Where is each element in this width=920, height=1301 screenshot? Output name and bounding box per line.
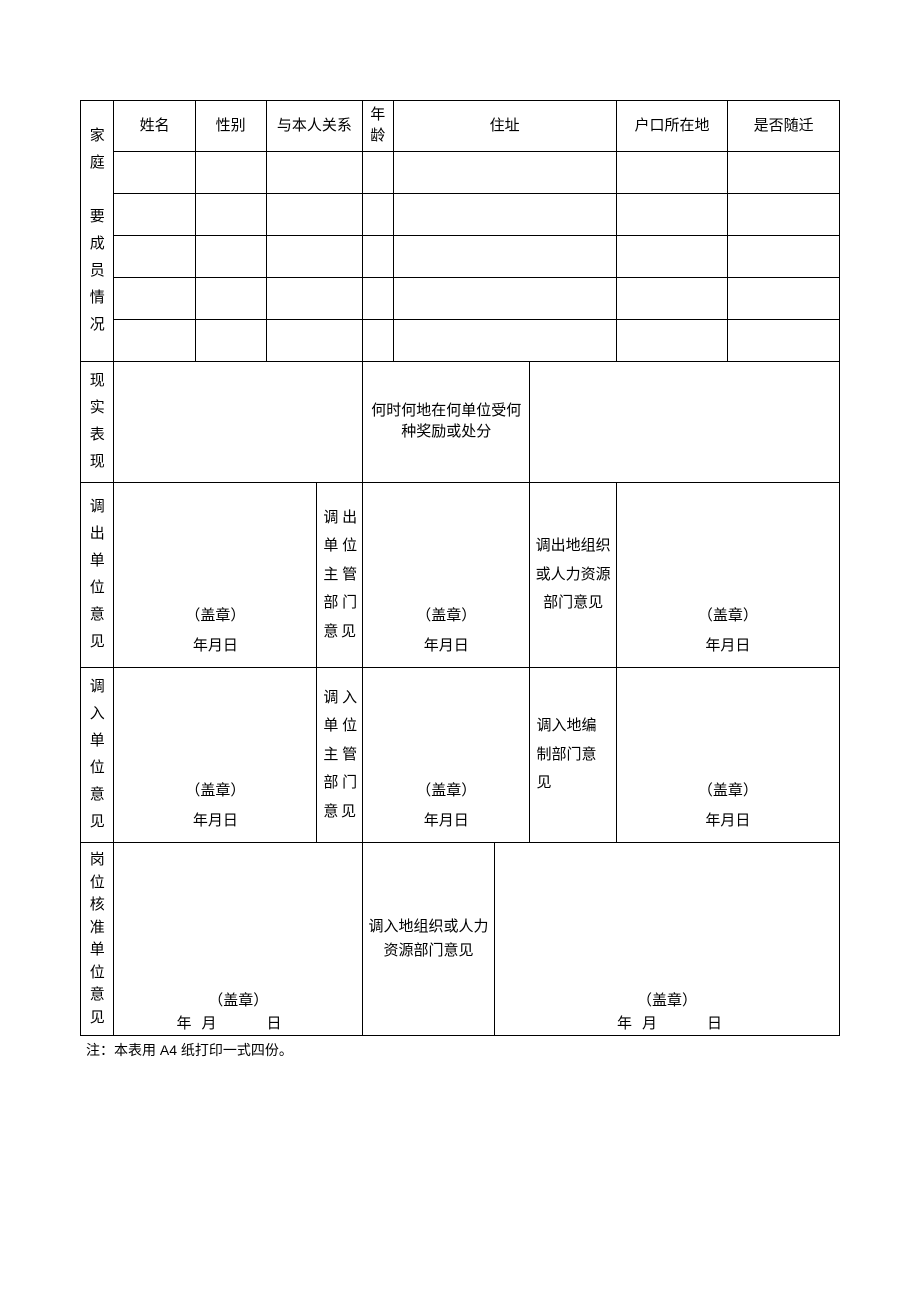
section-performance: 现实表现 xyxy=(81,362,114,483)
section-out-hr: 调出地组织或人力资源部门意见 xyxy=(530,483,616,668)
section-out-unit: 调出单位意见 xyxy=(81,483,114,668)
section-in-hr: 调入地组织或人力资源部门意见 xyxy=(363,843,495,1036)
section-in-staff: 调入地编制部门意见 xyxy=(530,668,616,843)
hdr-age: 年龄 xyxy=(363,101,393,152)
performance-cell[interactable] xyxy=(114,362,363,483)
reward-label: 何时何地在何单位受何种奖励或处分 xyxy=(363,362,530,483)
table-row xyxy=(81,194,840,236)
table-row xyxy=(81,320,840,362)
hdr-migrate: 是否随迁 xyxy=(728,101,840,152)
section-in-unit: 调入单位意见 xyxy=(81,668,114,843)
in-mgr-sig[interactable]: （盖章）年月日 xyxy=(363,668,530,843)
in-unit-sig[interactable]: （盖章）年月日 xyxy=(114,668,317,843)
reward-cell[interactable] xyxy=(530,362,840,483)
table-row xyxy=(81,152,840,194)
hdr-name: 姓名 xyxy=(114,101,195,152)
hdr-address: 住址 xyxy=(393,101,616,152)
section-family: 家 庭 要 成 员 情 况 xyxy=(81,101,114,362)
out-unit-sig[interactable]: （盖章）年月日 xyxy=(114,483,317,668)
hdr-gender: 性别 xyxy=(195,101,266,152)
footnote: 注：本表用 A4 纸打印一式四份。 xyxy=(80,1040,840,1060)
out-hr-sig[interactable]: （盖章）年月日 xyxy=(616,483,839,668)
in-hr-sig[interactable]: （盖章） 年月日 xyxy=(494,843,839,1036)
post-approve-sig[interactable]: （盖章） 年月日 xyxy=(114,843,363,1036)
form-table: 家 庭 要 成 员 情 况 姓名 性别 与本人关系 年龄 住址 户口所在地 是否… xyxy=(80,100,840,1036)
out-mgr-sig[interactable]: （盖章）年月日 xyxy=(363,483,530,668)
table-row xyxy=(81,236,840,278)
in-staff-sig[interactable]: （盖章）年月日 xyxy=(616,668,839,843)
hdr-hukou: 户口所在地 xyxy=(616,101,728,152)
hdr-relation: 与本人关系 xyxy=(266,101,362,152)
section-in-mgr: 调 入单 位主 管部 门意见 xyxy=(317,668,363,843)
section-post-approve: 岗位核准单位意见 xyxy=(81,843,114,1036)
section-out-mgr: 调 出单 位主 管部 门意见 xyxy=(317,483,363,668)
table-row xyxy=(81,278,840,320)
